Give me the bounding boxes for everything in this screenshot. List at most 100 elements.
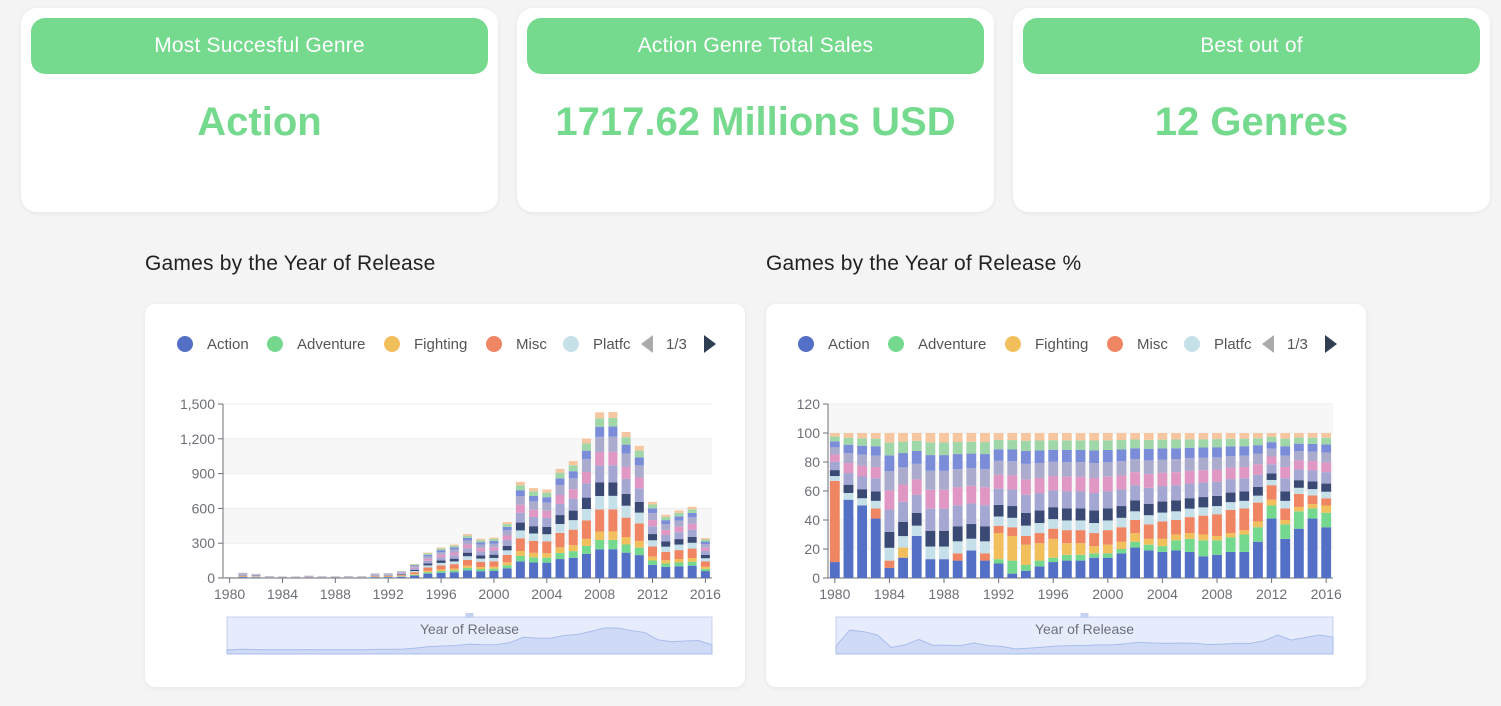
- bar-segment[interactable]: [1212, 433, 1222, 440]
- bar-segment[interactable]: [1266, 505, 1277, 519]
- bar-segment[interactable]: [449, 564, 459, 569]
- legend-item-label[interactable]: Adventure: [297, 336, 365, 353]
- bar-segment[interactable]: [489, 554, 499, 558]
- bar-segment[interactable]: [621, 437, 631, 445]
- bar-segment[interactable]: [911, 494, 922, 513]
- bar-segment[interactable]: [674, 539, 684, 545]
- bar-segment[interactable]: [608, 417, 618, 427]
- bar-segment[interactable]: [1143, 550, 1154, 578]
- legend-marker[interactable]: [563, 336, 579, 352]
- bar-segment[interactable]: [568, 551, 578, 558]
- bar-segment[interactable]: [370, 576, 380, 577]
- legend-item-label[interactable]: Misc: [516, 336, 547, 353]
- bar-segment[interactable]: [621, 453, 631, 467]
- bar-segment[interactable]: [1321, 472, 1332, 484]
- bar-segment[interactable]: [1143, 515, 1154, 525]
- bar-segment[interactable]: [1184, 447, 1195, 459]
- bar-segment[interactable]: [1184, 470, 1195, 484]
- bar-segment[interactable]: [449, 570, 459, 573]
- bar-segment[interactable]: [1225, 456, 1236, 468]
- bar-segment[interactable]: [1061, 440, 1072, 451]
- bar-segment[interactable]: [1116, 461, 1127, 476]
- bar-segment[interactable]: [884, 455, 895, 472]
- bar-segment[interactable]: [1171, 459, 1181, 473]
- bar-segment[interactable]: [1239, 478, 1250, 492]
- bar-segment[interactable]: [463, 556, 472, 560]
- bar-segment[interactable]: [436, 560, 446, 563]
- bar-segment[interactable]: [1075, 554, 1086, 561]
- bar-segment[interactable]: [674, 516, 684, 521]
- bar-segment[interactable]: [966, 524, 977, 539]
- bar-segment[interactable]: [1089, 478, 1100, 494]
- bar-segment[interactable]: [502, 554, 512, 563]
- bar-segment[interactable]: [939, 433, 949, 443]
- bar-segment[interactable]: [1157, 439, 1168, 449]
- bar-segment[interactable]: [993, 488, 1004, 505]
- bar-segment[interactable]: [423, 567, 433, 571]
- bar-segment[interactable]: [661, 560, 671, 564]
- bar-segment[interactable]: [1130, 459, 1141, 473]
- bar-segment[interactable]: [238, 577, 248, 578]
- bar-segment[interactable]: [1253, 527, 1263, 542]
- bar-segment[interactable]: [502, 568, 512, 578]
- bar-segment[interactable]: [1253, 474, 1263, 487]
- bar-segment[interactable]: [251, 576, 261, 577]
- bar-segment[interactable]: [423, 570, 433, 573]
- bar-segment[interactable]: [1116, 506, 1127, 518]
- bar-segment[interactable]: [1198, 534, 1209, 541]
- bar-segment[interactable]: [581, 508, 591, 521]
- bar-segment[interactable]: [542, 497, 552, 503]
- bar-segment[interactable]: [1102, 544, 1113, 554]
- bar-segment[interactable]: [1198, 497, 1209, 508]
- bar-segment[interactable]: [595, 509, 605, 532]
- bar-segment[interactable]: [1239, 466, 1250, 479]
- bar-segment[interactable]: [952, 454, 963, 470]
- bar-segment[interactable]: [1089, 493, 1100, 511]
- bar-segment[interactable]: [568, 498, 578, 511]
- bar-segment[interactable]: [515, 561, 525, 578]
- bar-segment[interactable]: [529, 488, 539, 492]
- bar-segment[interactable]: [502, 545, 512, 551]
- bar-segment[interactable]: [898, 441, 908, 454]
- bar-segment[interactable]: [621, 544, 631, 553]
- bar-segment[interactable]: [1212, 447, 1222, 458]
- bar-segment[interactable]: [634, 540, 644, 548]
- bar-segment[interactable]: [1143, 544, 1154, 551]
- bar-segment[interactable]: [568, 520, 578, 530]
- bar-segment[interactable]: [898, 536, 908, 548]
- bar-segment[interactable]: [463, 534, 472, 536]
- bar-segment[interactable]: [634, 512, 644, 524]
- bar-segment[interactable]: [857, 445, 868, 455]
- bar-segment[interactable]: [423, 558, 433, 561]
- bar-segment[interactable]: [595, 426, 605, 437]
- bar-segment[interactable]: [1102, 508, 1113, 521]
- bar-segment[interactable]: [621, 537, 631, 545]
- bar-segment[interactable]: [1075, 476, 1086, 492]
- bar-segment[interactable]: [1116, 433, 1127, 441]
- bar-segment[interactable]: [674, 520, 684, 527]
- legend-marker[interactable]: [888, 336, 904, 352]
- bar-segment[interactable]: [608, 549, 618, 578]
- bar-segment[interactable]: [1293, 528, 1304, 578]
- bar-segment[interactable]: [1171, 540, 1181, 551]
- bar-segment[interactable]: [542, 541, 552, 554]
- bar-segment[interactable]: [1266, 436, 1277, 443]
- bar-segment[interactable]: [396, 573, 406, 575]
- bar-segment[interactable]: [1130, 472, 1141, 486]
- bar-segment[interactable]: [568, 461, 578, 466]
- bar-segment[interactable]: [648, 556, 658, 561]
- bar-segment[interactable]: [1157, 546, 1168, 552]
- bar-segment[interactable]: [870, 500, 881, 509]
- bar-segment[interactable]: [1157, 459, 1168, 473]
- bar-segment[interactable]: [674, 550, 684, 560]
- bar-segment[interactable]: [1075, 440, 1086, 451]
- bar-segment[interactable]: [1184, 433, 1195, 440]
- bar-segment[interactable]: [529, 557, 539, 563]
- bar-segment[interactable]: [1280, 478, 1291, 492]
- bar-segment[interactable]: [661, 520, 671, 525]
- bar-segment[interactable]: [1061, 543, 1072, 555]
- bar-segment[interactable]: [608, 426, 618, 437]
- bar-segment[interactable]: [555, 503, 565, 516]
- bar-segment[interactable]: [1321, 483, 1332, 492]
- bar-segment[interactable]: [410, 572, 420, 575]
